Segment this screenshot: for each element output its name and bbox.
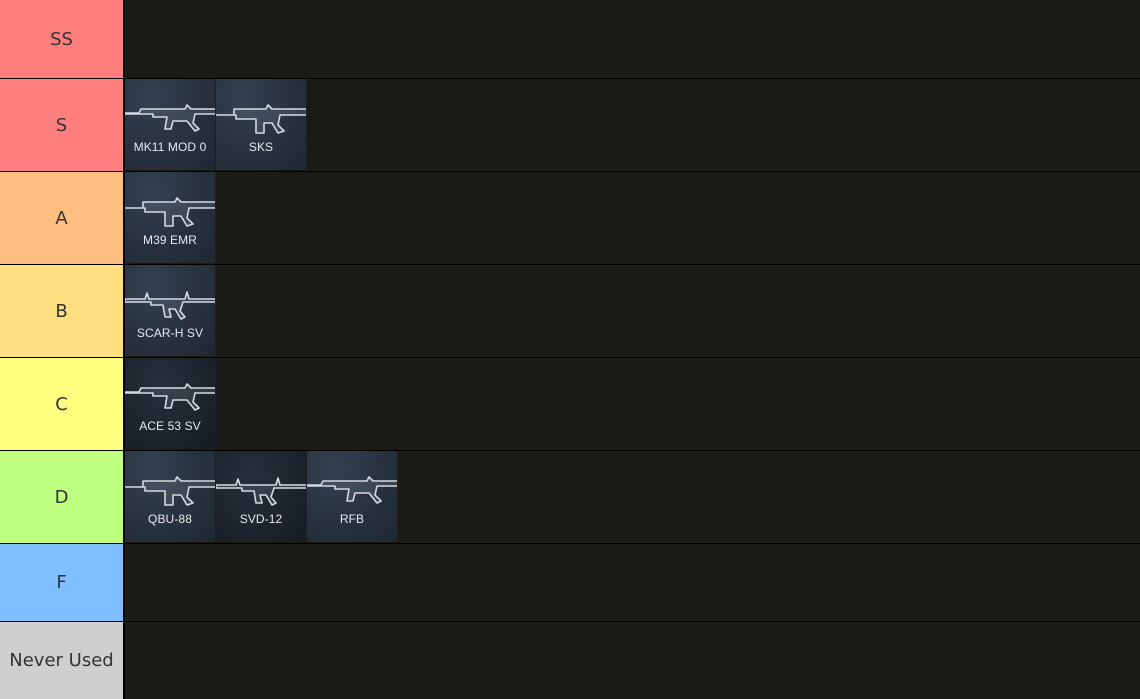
tier-label[interactable]: S xyxy=(0,79,124,171)
item-name: SVD-12 xyxy=(239,512,283,526)
tier-label[interactable]: B xyxy=(0,265,124,357)
tier-list: TiERMAKER SSS MK11 MOD 0 SKSA M39 EMRB S… xyxy=(0,0,1140,699)
tier-items-dropzone[interactable]: QBU-88 SVD-12 RFB xyxy=(125,451,1140,543)
tier-item-card[interactable]: SVD-12 xyxy=(216,451,307,542)
tier-row: F xyxy=(0,544,1140,621)
tier-item-card[interactable]: ACE 53 SV xyxy=(125,358,216,449)
tier-row: SS xyxy=(0,0,1140,78)
rifle-icon xyxy=(216,104,306,134)
item-name: QBU-88 xyxy=(148,512,192,526)
tier-item-card[interactable]: M39 EMR xyxy=(125,172,216,263)
item-name: ACE 53 SV xyxy=(139,419,201,433)
tier-items-dropzone[interactable]: ACE 53 SV xyxy=(125,358,1140,450)
tier-row: C ACE 53 SV xyxy=(0,358,1140,450)
rifle-icon xyxy=(125,476,215,506)
tier-label[interactable]: A xyxy=(0,172,124,264)
item-name: SCAR-H SV xyxy=(136,326,204,340)
tier-items-dropzone[interactable]: SCAR-H SV xyxy=(125,265,1140,357)
tier-items-dropzone[interactable] xyxy=(125,0,1140,78)
rifle-icon xyxy=(216,477,306,506)
rifle-icon xyxy=(307,476,397,504)
item-name: RFB xyxy=(339,512,365,526)
rifle-icon xyxy=(125,383,215,411)
tier-label[interactable]: SS xyxy=(0,0,124,78)
item-name: M39 EMR xyxy=(142,233,198,247)
rifle-icon xyxy=(125,291,215,320)
tier-label[interactable]: C xyxy=(0,358,124,450)
tier-row: B SCAR-H SV xyxy=(0,265,1140,357)
tier-item-card[interactable]: MK11 MOD 0 xyxy=(125,79,216,170)
item-name: MK11 MOD 0 xyxy=(133,140,207,154)
tier-item-card[interactable]: SKS xyxy=(216,79,307,170)
tier-row: D QBU-88 SVD-12 RFB xyxy=(0,451,1140,543)
tier-row: S MK11 MOD 0 SKS xyxy=(0,79,1140,171)
rifle-icon xyxy=(125,197,215,227)
rifle-icon xyxy=(125,104,215,132)
tier-item-card[interactable]: SCAR-H SV xyxy=(125,265,216,356)
item-name: SKS xyxy=(248,140,274,154)
tier-items-dropzone[interactable]: M39 EMR xyxy=(125,172,1140,264)
tier-label[interactable]: D xyxy=(0,451,124,543)
tier-item-card[interactable]: QBU-88 xyxy=(125,451,216,542)
tier-items-dropzone[interactable] xyxy=(125,622,1140,699)
tier-row: A M39 EMR xyxy=(0,172,1140,264)
tier-items-dropzone[interactable] xyxy=(125,544,1140,621)
tier-items-dropzone[interactable]: MK11 MOD 0 SKS xyxy=(125,79,1140,171)
tier-item-card[interactable]: RFB xyxy=(307,451,398,542)
tier-label[interactable]: Never Used xyxy=(0,622,124,699)
tier-row: Never Used xyxy=(0,622,1140,699)
tier-label[interactable]: F xyxy=(0,544,124,621)
